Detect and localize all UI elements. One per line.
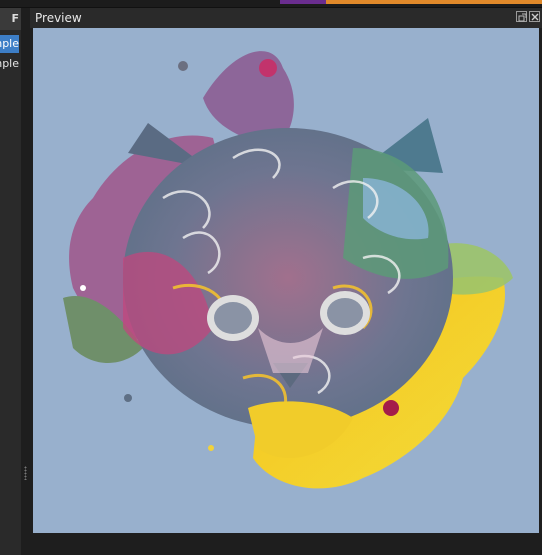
drag-handle-icon[interactable]: [24, 466, 27, 480]
top-bar: [0, 0, 542, 8]
list-item[interactable]: Simple: [0, 35, 19, 53]
preview-footer: [30, 534, 542, 555]
close-icon[interactable]: [529, 11, 540, 22]
list-item[interactable]: Simple: [0, 55, 19, 73]
left-panel-header: F: [0, 8, 21, 30]
tab-strip-accent-orange: [326, 0, 542, 4]
kitten-artwork: [63, 51, 513, 489]
preview-canvas[interactable]: [33, 28, 539, 533]
left-panel: [0, 8, 21, 555]
left-panel-header-label: F: [11, 12, 19, 25]
list-item-label: Simple: [0, 57, 19, 70]
float-window-icon[interactable]: [516, 11, 527, 22]
panel-splitter[interactable]: [21, 8, 30, 555]
preview-header: Preview: [30, 8, 542, 28]
preview-title: Preview: [35, 11, 82, 25]
list-item-label: Simple: [0, 37, 19, 50]
preview-panel: Preview: [30, 8, 542, 555]
tab-strip-accent-purple: [280, 0, 326, 4]
